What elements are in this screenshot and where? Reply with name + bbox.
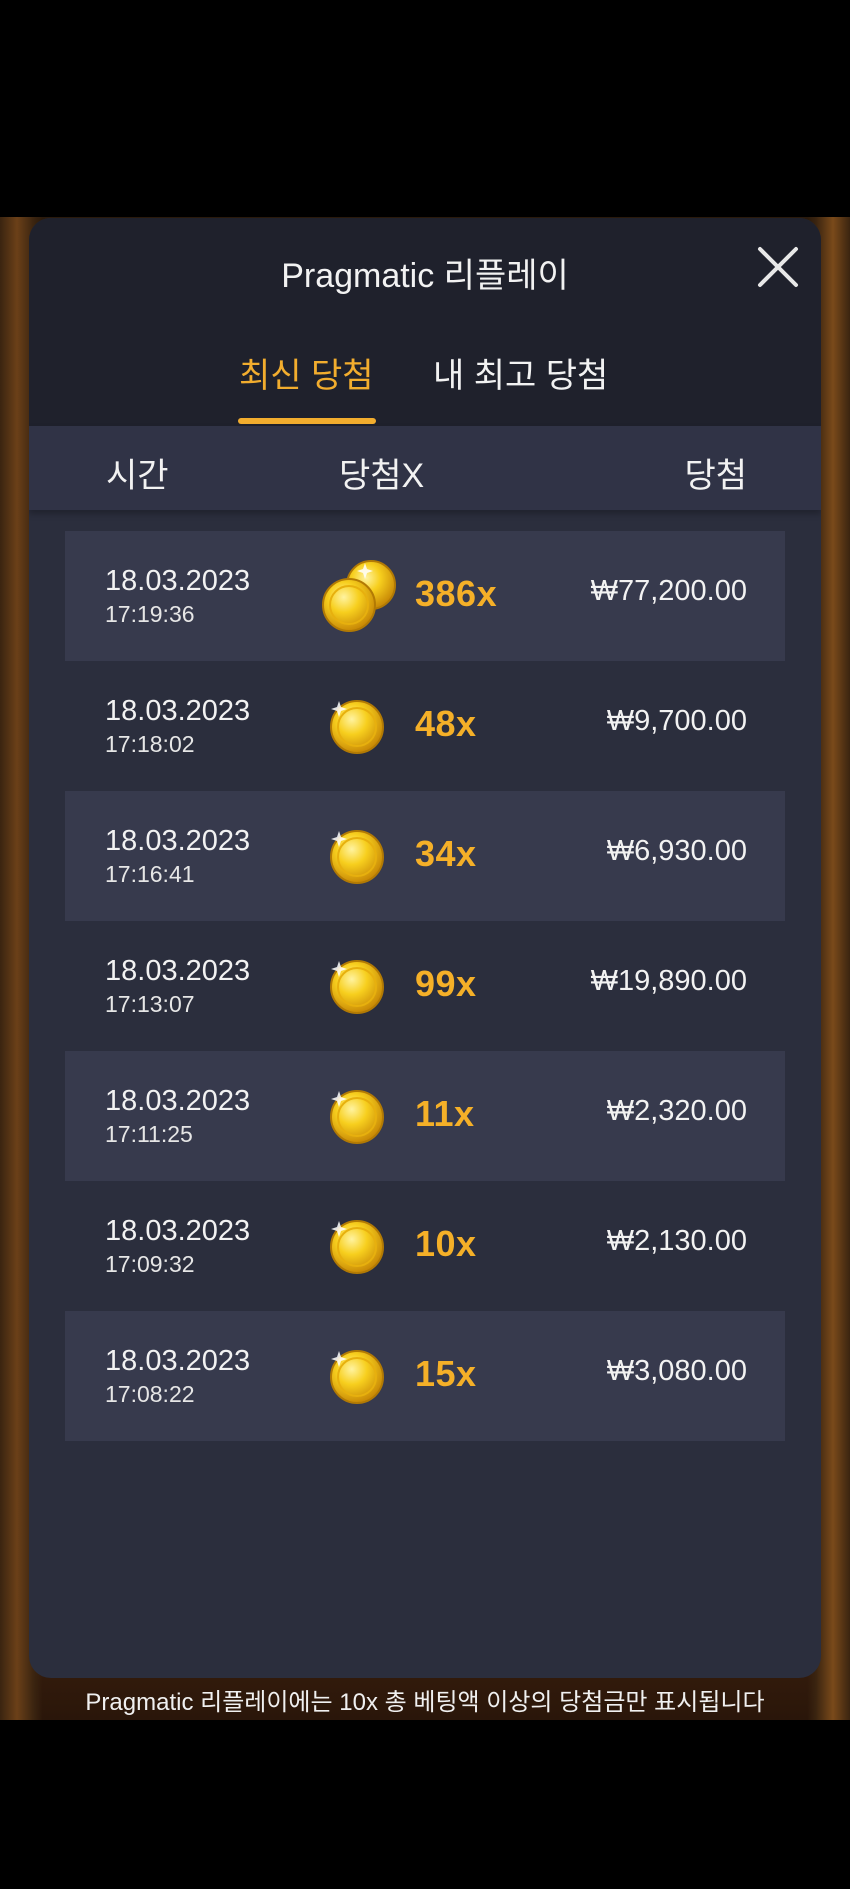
row-win-amount: ₩19,890.00 xyxy=(590,965,747,997)
coin-icon xyxy=(330,960,384,1014)
row-date: 18.03.2023 xyxy=(105,1215,251,1247)
column-win: 당첨 xyxy=(684,457,747,495)
row-date: 18.03.2023 xyxy=(105,1345,251,1377)
win-row[interactable]: 18.03.2023 17:19:36 386x ₩77,200.00 xyxy=(65,531,785,661)
coin-icon xyxy=(330,1090,384,1144)
active-tab-indicator xyxy=(238,418,376,424)
row-multiplier: 99x xyxy=(415,963,477,1004)
win-row[interactable]: 18.03.2023 17:18:02 48x ₩9,700.00 xyxy=(65,661,785,791)
double-coin-icon xyxy=(322,560,396,632)
coin-icon xyxy=(330,700,384,754)
coin-icon xyxy=(330,1350,384,1404)
row-win-amount: ₩3,080.00 xyxy=(606,1355,747,1387)
footer-note: Pragmatic 리플레이에는 10x 총 베팅액 이상의 당첨금만 표시됩니… xyxy=(85,1689,765,1716)
tab-bar: 최신 당첨 내 최고 당첨 xyxy=(29,318,821,426)
row-multiplier: 15x xyxy=(415,1353,477,1394)
row-win-amount: ₩77,200.00 xyxy=(590,575,747,607)
row-time: 17:08:22 xyxy=(105,1381,195,1407)
replay-modal: Pragmatic 리플레이 최신 당첨 내 최고 당첨 시간 당첨X 당첨 1… xyxy=(29,218,821,1678)
row-date: 18.03.2023 xyxy=(105,955,251,987)
win-row[interactable]: 18.03.2023 17:11:25 11x ₩2,320.00 xyxy=(65,1051,785,1181)
coin-icon xyxy=(330,830,384,884)
column-header: 시간 당첨X 당첨 xyxy=(29,426,821,510)
column-multiplier: 당첨X xyxy=(339,457,425,495)
row-multiplier: 34x xyxy=(415,833,477,874)
row-time: 17:16:41 xyxy=(105,861,195,887)
win-row[interactable]: 18.03.2023 17:16:41 34x ₩6,930.00 xyxy=(65,791,785,921)
modal-title: Pragmatic 리플레이 xyxy=(281,257,569,295)
win-row[interactable]: 18.03.2023 17:13:07 99x ₩19,890.00 xyxy=(65,921,785,1051)
row-date: 18.03.2023 xyxy=(105,825,251,857)
row-multiplier: 386x xyxy=(415,573,498,614)
row-win-amount: ₩6,930.00 xyxy=(606,835,747,867)
row-time: 17:18:02 xyxy=(105,731,195,757)
row-win-amount: ₩2,130.00 xyxy=(606,1225,747,1257)
coin-icon xyxy=(330,1220,384,1274)
row-multiplier: 11x xyxy=(415,1093,475,1134)
row-date: 18.03.2023 xyxy=(105,1085,251,1117)
row-multiplier: 48x xyxy=(415,703,477,744)
close-button[interactable] xyxy=(755,244,801,290)
row-win-amount: ₩9,700.00 xyxy=(606,705,747,737)
wins-list: 18.03.2023 17:19:36 386x ₩77,200.00 18.0… xyxy=(65,531,785,1441)
row-date: 18.03.2023 xyxy=(105,565,251,597)
column-time: 시간 xyxy=(106,457,169,495)
row-multiplier: 10x xyxy=(415,1223,477,1264)
row-time: 17:11:25 xyxy=(105,1121,193,1147)
tab-my-best-wins[interactable]: 내 최고 당첨 xyxy=(433,348,608,397)
modal-header: Pragmatic 리플레이 xyxy=(29,218,821,318)
row-date: 18.03.2023 xyxy=(105,695,251,727)
win-row[interactable]: 18.03.2023 17:08:22 15x ₩3,080.00 xyxy=(65,1311,785,1441)
close-icon xyxy=(758,247,798,287)
win-row[interactable]: 18.03.2023 17:09:32 10x ₩2,130.00 xyxy=(65,1181,785,1311)
row-win-amount: ₩2,320.00 xyxy=(606,1095,747,1127)
row-time: 17:09:32 xyxy=(105,1251,195,1277)
row-time: 17:19:36 xyxy=(105,601,195,627)
row-time: 17:13:07 xyxy=(105,991,195,1017)
tab-latest-wins[interactable]: 최신 당첨 xyxy=(239,348,374,397)
